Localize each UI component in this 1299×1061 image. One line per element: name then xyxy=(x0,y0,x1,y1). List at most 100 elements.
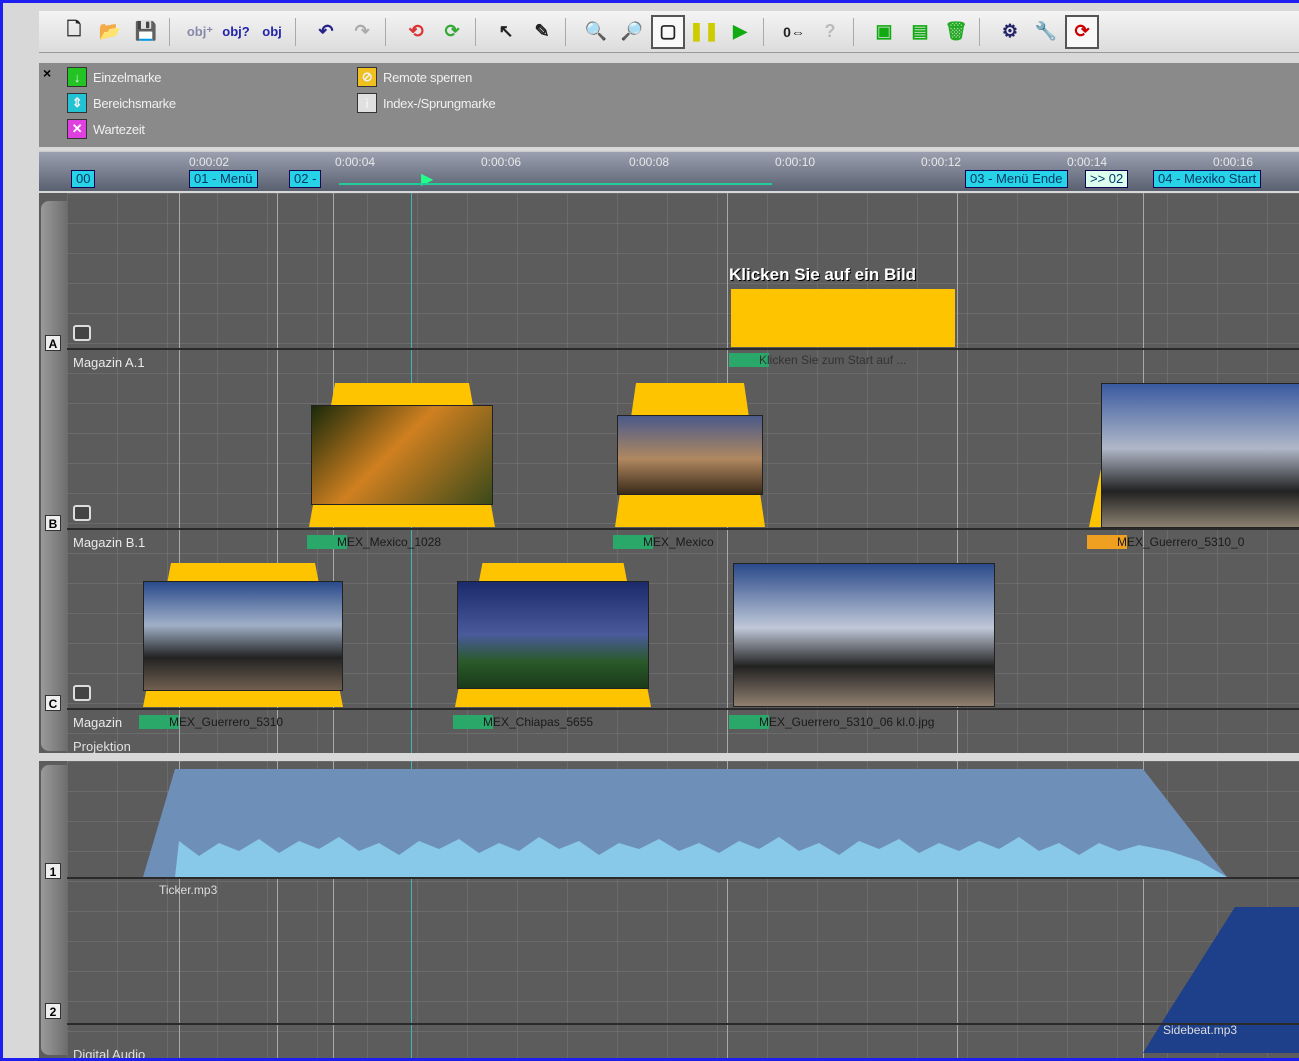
clip-thumbnail[interactable] xyxy=(457,581,649,689)
main-toolbar: 🗋 📂 💾 obj⁺ obj? obj ↶ ↷ ⟲ ⟳ ↖ ✎ 🔍 🔎 ▢ ❚❚… xyxy=(39,11,1299,53)
toolbar-separator xyxy=(565,17,573,46)
pointer-icon[interactable]: ↖ xyxy=(489,15,523,49)
toolbar-separator xyxy=(169,17,177,46)
track-a-letter: A xyxy=(45,335,61,351)
chapter-marker[interactable]: 04 - Mexiko Start xyxy=(1153,170,1262,188)
track-b-line xyxy=(67,528,1299,530)
loop-icon[interactable]: ⟳ xyxy=(1065,14,1099,49)
clip-thumbnail[interactable] xyxy=(311,405,493,505)
clip-label[interactable]: MEX_Mexico xyxy=(613,535,763,549)
clip-label[interactable]: MEX_Guerrero_5310_0 xyxy=(1087,535,1299,549)
clip-thumbnail[interactable] xyxy=(733,563,995,707)
rotate-right-icon[interactable]: ⟳ xyxy=(435,15,469,49)
audio-file-label[interactable]: Ticker.mp3 xyxy=(139,883,249,897)
chapter-marker[interactable]: 02 - xyxy=(289,170,322,188)
marker-label: Wartezeit xyxy=(93,121,145,137)
marker-label: Bereichsmarke xyxy=(93,95,176,111)
marker-remote-sperren[interactable]: ⊘ Remote sperren xyxy=(357,67,472,87)
play-icon[interactable]: ▶ xyxy=(723,15,757,49)
text-clip-label: Klicken Sie zum Start auf ... xyxy=(729,353,959,367)
marker-index[interactable]: i Index-/Sprungmarke xyxy=(357,93,496,113)
track-c-name: Magazin xyxy=(73,715,123,730)
pen-icon[interactable]: ✎ xyxy=(525,15,559,49)
section-label: Projektion xyxy=(73,739,131,754)
camera-icon[interactable] xyxy=(73,685,91,701)
trash-icon[interactable]: 🗑 xyxy=(939,15,973,49)
close-icon[interactable]: × xyxy=(43,65,51,81)
projection-tracks: A Magazin A.1 Klicken Sie auf ein Bild K… xyxy=(39,193,1299,754)
track-c-line xyxy=(67,708,1299,710)
time-label: 0:00:14 xyxy=(1067,155,1108,169)
track-b-letter: B xyxy=(45,515,61,531)
marker-einzelmarke[interactable]: ↓ Einzelmarke xyxy=(67,67,162,87)
wrench-icon[interactable]: 🔧 xyxy=(1029,15,1063,49)
zoom-out-icon[interactable]: 🔎 xyxy=(615,15,649,49)
time-label: 0:00:10 xyxy=(775,155,816,169)
open-icon[interactable]: 📂 xyxy=(93,15,127,49)
marker-bereichsmarke[interactable]: ⇕ Bereichsmarke xyxy=(67,93,176,113)
undo-icon[interactable]: ↶ xyxy=(309,15,343,49)
marker-label: Einzelmarke xyxy=(93,69,162,85)
clip-thumbnail[interactable] xyxy=(143,581,343,691)
settings-icon[interactable]: ⚙ xyxy=(993,15,1027,49)
toolbar-separator xyxy=(295,17,303,46)
audio-waveform[interactable] xyxy=(39,761,1299,1061)
audio-tracks: 1 Ticker.mp3 2 Sidebeat.mp3 Digital Audi… xyxy=(39,761,1299,1061)
clip-label[interactable]: MEX_Guerrero_5310_06 kl.0.jpg xyxy=(729,715,1009,729)
frame-icon[interactable]: ▢ xyxy=(651,14,685,49)
monitor-icon[interactable]: ▣ xyxy=(867,15,901,49)
zoom-in-icon[interactable]: 🔍 xyxy=(579,15,613,49)
app-window: 🗋 📂 💾 obj⁺ obj? obj ↶ ↷ ⟲ ⟳ ↖ ✎ 🔍 🔎 ▢ ❚❚… xyxy=(0,0,1299,1061)
toolbar-separator xyxy=(385,17,393,46)
time-label: 0:00:08 xyxy=(629,155,670,169)
chapter-marker[interactable]: 00 xyxy=(71,170,96,188)
clip-thumbnail[interactable] xyxy=(1101,383,1299,528)
obj-help-icon[interactable]: obj? xyxy=(219,15,253,49)
clip-thumbnail[interactable] xyxy=(617,415,763,495)
clip-label[interactable]: MEX_Mexico_1028 xyxy=(307,535,497,549)
audio-track-2-letter: 2 xyxy=(45,1003,61,1019)
clip-label[interactable]: MEX_Guerrero_5310 xyxy=(139,715,349,729)
chapter-marker[interactable]: 01 - Menü xyxy=(189,170,258,188)
time-label: 0:00:16 xyxy=(1213,155,1254,169)
chapter-marker[interactable]: 03 - Menü Ende xyxy=(965,170,1068,188)
track-a-line xyxy=(67,348,1299,350)
clip-label[interactable]: MEX_Chiapas_5655 xyxy=(453,715,653,729)
new-icon[interactable]: 🗋 xyxy=(57,15,91,49)
zero-sync-icon[interactable]: 0⇔ xyxy=(777,15,811,49)
time-label: 0:00:06 xyxy=(481,155,522,169)
track-2-line xyxy=(67,1023,1299,1025)
camera-icon[interactable] xyxy=(73,505,91,521)
index-icon: i xyxy=(357,93,377,113)
track-a-name: Magazin A.1 xyxy=(73,355,145,370)
marker-wartezeit[interactable]: ✕ Wartezeit xyxy=(67,119,145,139)
section-label: Digital Audio xyxy=(73,1047,146,1061)
redo-icon[interactable]: ↷ xyxy=(345,15,379,49)
track-gutter xyxy=(41,201,67,751)
toolbar-separator xyxy=(979,17,987,46)
timeline-ruler[interactable]: 0:00:02 0:00:04 0:00:06 0:00:08 0:00:10 … xyxy=(39,151,1299,191)
range-icon: ⇕ xyxy=(67,93,87,113)
pause-icon[interactable]: ❚❚ xyxy=(687,15,721,49)
audio-track-1-letter: 1 xyxy=(45,863,61,879)
film-icon[interactable]: ▤ xyxy=(903,15,937,49)
chapter-marker[interactable]: >> 02 xyxy=(1085,170,1129,188)
text-clip-caption[interactable]: Klicken Sie auf ein Bild xyxy=(729,265,916,285)
time-label: 0:00:12 xyxy=(921,155,962,169)
obj-icon[interactable]: obj xyxy=(255,15,289,49)
remote-lock-icon: ⊘ xyxy=(357,67,377,87)
playhead-icon[interactable]: ▶ xyxy=(421,169,433,189)
camera-icon[interactable] xyxy=(73,325,91,341)
time-label: 0:00:04 xyxy=(335,155,376,169)
text-clip[interactable] xyxy=(731,289,955,347)
obj-insert-icon[interactable]: obj⁺ xyxy=(183,15,217,49)
save-icon[interactable]: 💾 xyxy=(129,15,163,49)
rotate-left-icon[interactable]: ⟲ xyxy=(399,15,433,49)
marker-label: Remote sperren xyxy=(383,69,473,85)
help-disabled-icon: ? xyxy=(824,21,836,41)
track-c-letter: C xyxy=(45,695,61,711)
marker-palette: × ↓ Einzelmarke ⇕ Bereichsmarke ✕ Wartez… xyxy=(39,63,1299,147)
marker-label: Index-/Sprungmarke xyxy=(383,95,496,111)
arrow-down-icon: ↓ xyxy=(67,67,87,87)
audio-file-label[interactable]: Sidebeat.mp3 xyxy=(1143,1023,1283,1037)
